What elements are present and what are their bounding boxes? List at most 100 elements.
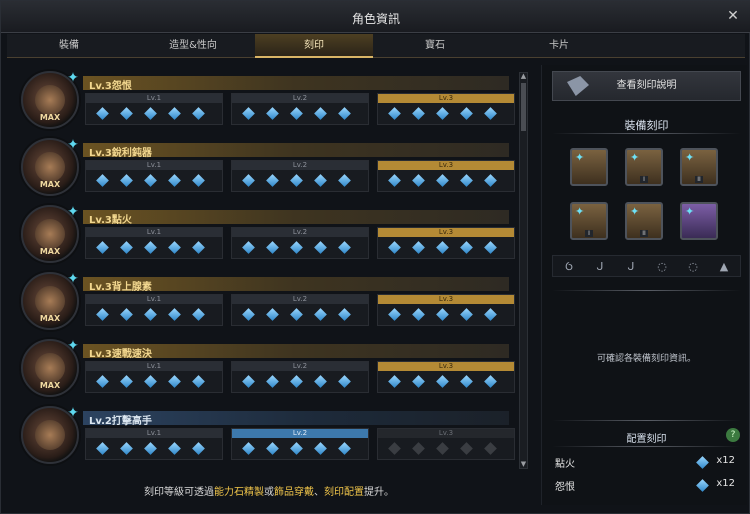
- gem-row: [382, 241, 512, 255]
- level-label: Lv.1: [86, 362, 222, 371]
- star-icon: ✦: [67, 271, 79, 287]
- gem-icon: [266, 241, 279, 254]
- engraving-icon: ✦ MAX: [21, 70, 79, 129]
- engraving-title: Lv.3點火: [89, 215, 132, 226]
- ring-I-icon[interactable]: ◌: [652, 259, 672, 275]
- gem-icon: [412, 174, 425, 187]
- engraving-header: Lv.2打擊高手: [83, 411, 509, 427]
- star-icon: ✦: [685, 151, 695, 164]
- level-label: Lv.3: [378, 94, 514, 103]
- level-block: Lv.3: [377, 294, 515, 326]
- equipped-item-slot[interactable]: ✦ II: [680, 148, 718, 186]
- tab-equipment[interactable]: 裝備: [7, 34, 131, 58]
- engraving-icon: ✦ MAX: [21, 338, 79, 397]
- gem-icon: [338, 442, 351, 455]
- engraving-row[interactable]: ✦ Lv.2打擊高手 Lv.1 Lv.2 Lv.3: [19, 404, 516, 464]
- gem-icon: [338, 308, 351, 321]
- engraving-art: [35, 286, 65, 316]
- gem-icon: [314, 308, 327, 321]
- level-label: Lv.3: [378, 429, 514, 438]
- hint-text: 刻印等級可透過能力石精製或飾品穿戴、刻印配置提升。: [19, 483, 519, 498]
- divider: [552, 446, 741, 447]
- level-block: Lv.2: [231, 160, 369, 192]
- divider: [552, 290, 741, 291]
- scroll-up-icon[interactable]: ▲: [520, 73, 527, 80]
- engraving-row[interactable]: ✦ MAX Lv.3背上腺素 Lv.1 Lv.2 Lv.3: [19, 270, 516, 330]
- level-block: Lv.2: [231, 428, 369, 460]
- engraving-icon: ✦: [21, 405, 79, 464]
- gem-icon: [338, 375, 351, 388]
- engraving-row[interactable]: ✦ MAX Lv.3速戰速決 Lv.1 Lv.2 Lv.3: [19, 337, 516, 397]
- gem-icon: [192, 107, 205, 120]
- gem-row: [90, 241, 220, 255]
- level-label: Lv.2: [232, 429, 368, 438]
- gem-icon: [436, 308, 449, 321]
- level-label: Lv.3: [378, 295, 514, 304]
- star-icon: ✦: [67, 70, 79, 86]
- level-block: Lv.3: [377, 160, 515, 192]
- gem-icon: [484, 308, 497, 321]
- necklace-icon[interactable]: Ỽ: [559, 259, 579, 275]
- gem-icon: [436, 375, 449, 388]
- tab-engraving[interactable]: 刻印: [255, 34, 373, 58]
- gem-icon: [314, 375, 327, 388]
- divider: [552, 133, 741, 134]
- engraving-art: [35, 85, 65, 115]
- gem-icon: [412, 375, 425, 388]
- gem-icon: [242, 308, 255, 321]
- hint-part: 提升。: [364, 487, 394, 498]
- gem-icon: [388, 107, 401, 120]
- gem-icon: [144, 375, 157, 388]
- slot-pip: II: [640, 230, 648, 237]
- gem-icon: [388, 442, 401, 455]
- engraving-header: Lv.3背上腺素: [83, 277, 509, 293]
- view-engraving-description-button[interactable]: 查看刻印說明: [552, 71, 741, 101]
- equipped-item-slot[interactable]: ✦ I: [570, 202, 608, 240]
- help-icon[interactable]: ?: [726, 428, 740, 442]
- gem-row: [236, 308, 366, 322]
- gem-icon: [436, 174, 449, 187]
- tab-appearance[interactable]: 造型&性向: [131, 34, 255, 58]
- level-label: Lv.2: [232, 228, 368, 237]
- gem-icon: [290, 308, 303, 321]
- close-icon[interactable]: ✕: [725, 8, 741, 24]
- gem-icon: [412, 308, 425, 321]
- hint-part: 、: [314, 487, 324, 498]
- engraving-row[interactable]: ✦ MAX Lv.3怨恨 Lv.1 Lv.2 Lv.3: [19, 69, 516, 129]
- gem-icon: [168, 107, 181, 120]
- equipped-item-slot[interactable]: ✦: [570, 148, 608, 186]
- character-info-window: 角色資訊 ✕ 裝備 造型&性向 刻印 寶石 卡片 ✦ MAX Lv.3怨恨 Lv.1 L…: [0, 0, 750, 514]
- title-bar: 角色資訊 ✕: [1, 1, 750, 33]
- gem-icon: [96, 375, 109, 388]
- equipped-item-slot[interactable]: ✦ I: [625, 148, 663, 186]
- engraving-list: ✦ MAX Lv.3怨恨 Lv.1 Lv.2 Lv.3 ✦ MAX Lv.3銳利鈍器 Lv.1 Lv…: [19, 69, 516, 471]
- level-block: Lv.1: [85, 160, 223, 192]
- side-panel: 查看刻印說明 裝備刻印 ✦ ✦ I ✦ II ✦ I ✦ II ✦ Ỽ ᒍ ᒍ ◌ ◌ ▲ 可確認各裝備刻印…: [541, 65, 747, 505]
- max-label: MAX: [39, 381, 61, 390]
- engraving-art: [35, 152, 65, 182]
- gem-icon: [96, 174, 109, 187]
- slot-filter-bar: Ỽ ᒍ ᒍ ◌ ◌ ▲: [552, 255, 741, 277]
- equipped-item-slot[interactable]: ✦: [680, 202, 718, 240]
- gem-icon: [242, 174, 255, 187]
- gem-icon: [192, 442, 205, 455]
- engraving-row[interactable]: ✦ MAX Lv.3銳利鈍器 Lv.1 Lv.2 Lv.3: [19, 136, 516, 196]
- window-title: 角色資訊: [351, 12, 400, 26]
- gem-icon: [242, 442, 255, 455]
- gem-icon: [192, 241, 205, 254]
- stone-icon[interactable]: ▲: [714, 259, 734, 275]
- star-icon: ✦: [575, 151, 585, 164]
- engraving-row[interactable]: ✦ MAX Lv.3點火 Lv.1 Lv.2 Lv.3: [19, 203, 516, 263]
- earring-I-icon[interactable]: ᒍ: [590, 259, 610, 275]
- level-block: Lv.3: [377, 93, 515, 125]
- tab-gems[interactable]: 寶石: [373, 34, 497, 58]
- scroll-thumb[interactable]: [521, 83, 526, 131]
- equipped-item-slot[interactable]: ✦ II: [625, 202, 663, 240]
- ring-II-icon[interactable]: ◌: [683, 259, 703, 275]
- tab-cards[interactable]: 卡片: [497, 34, 621, 58]
- level-block: Lv.2: [231, 227, 369, 259]
- earring-II-icon[interactable]: ᒍ: [621, 259, 641, 275]
- scroll-down-icon[interactable]: ▼: [520, 461, 527, 468]
- scrollbar[interactable]: ▲ ▼: [519, 72, 528, 469]
- engraving-icon: ✦ MAX: [21, 137, 79, 196]
